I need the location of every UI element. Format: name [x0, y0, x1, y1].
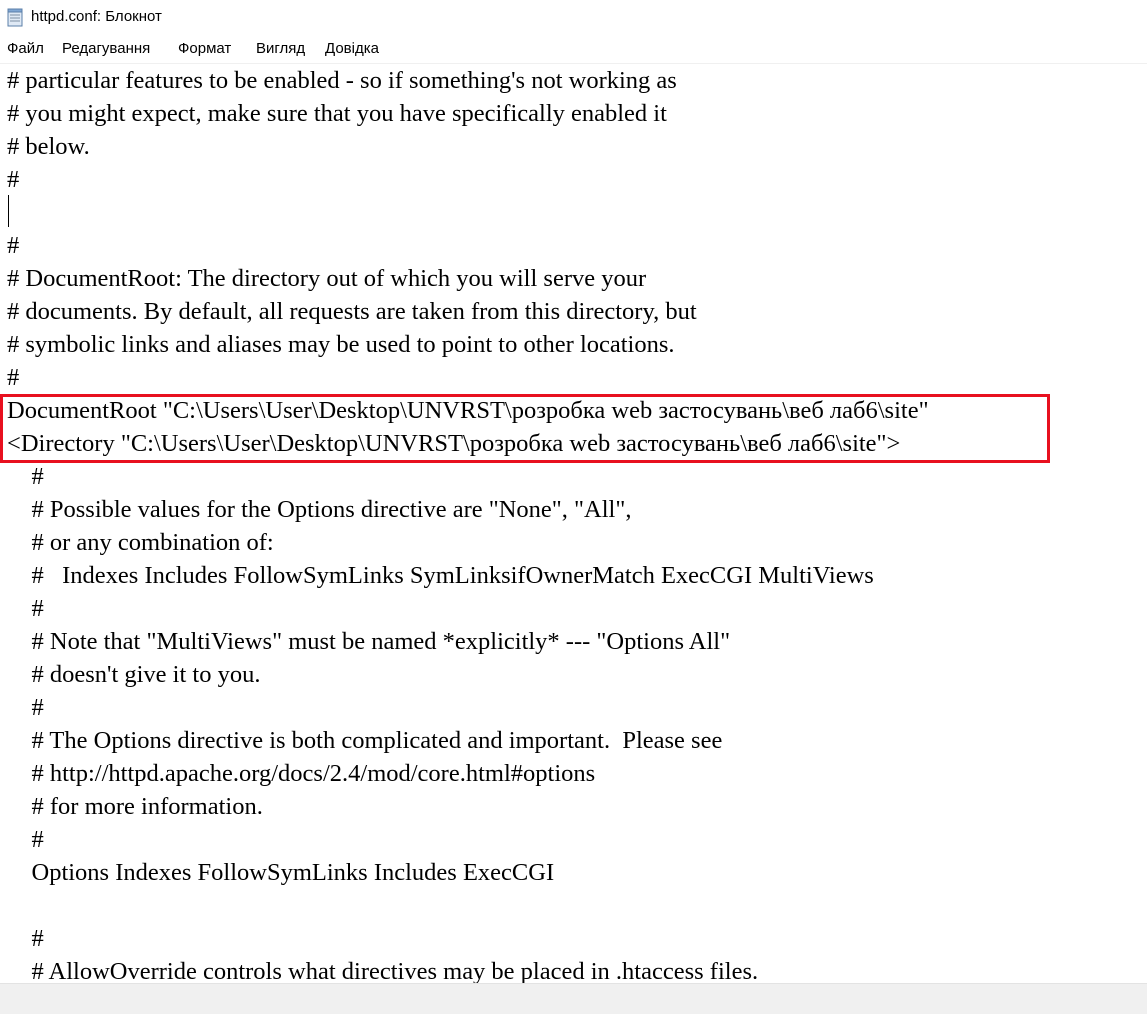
menu-file[interactable]: Файл — [7, 40, 44, 57]
editor-line: # or any combination of: — [7, 529, 274, 556]
editor-line: # — [7, 232, 20, 259]
title-bar: httpd.conf: Блокнот — [0, 0, 1147, 36]
editor-line: # http://httpd.apache.org/docs/2.4/mod/c… — [7, 760, 596, 787]
editor-line: # — [7, 925, 44, 952]
editor-line: Options Indexes FollowSymLinks Includes … — [7, 859, 555, 886]
text-caret — [8, 195, 9, 227]
editor-line: # for more information. — [7, 793, 263, 820]
editor-line: # doesn't give it to you. — [7, 661, 261, 688]
menu-view[interactable]: Вигляд — [256, 40, 305, 57]
editor-line: # particular features to be enabled - so… — [7, 67, 677, 94]
editor-line: # Note that "MultiViews" must be named *… — [7, 628, 731, 655]
editor-line: # AllowOverride controls what directives… — [7, 958, 759, 983]
menu-bar: Файл Редагування Формат Вигляд Довідка — [0, 36, 1147, 64]
text-editor[interactable]: # particular features to be enabled - so… — [0, 64, 1147, 983]
editor-line: # — [7, 595, 44, 622]
editor-line: # you might expect, make sure that you h… — [7, 100, 667, 127]
editor-line: # The Options directive is both complica… — [7, 727, 723, 754]
menu-edit[interactable]: Редагування — [62, 40, 150, 57]
editor-line: # Indexes Includes FollowSymLinks SymLin… — [7, 562, 874, 589]
editor-line: # — [7, 463, 44, 490]
editor-line: # Possible values for the Options direct… — [7, 496, 632, 523]
editor-line: # — [7, 826, 44, 853]
editor-line: # — [7, 364, 20, 391]
red-highlight-box — [0, 394, 1050, 463]
window-title: httpd.conf: Блокнот — [31, 8, 162, 25]
menu-format[interactable]: Формат — [178, 40, 231, 57]
editor-line: # symbolic links and aliases may be used… — [7, 331, 675, 358]
editor-line: # — [7, 166, 20, 193]
editor-line: # below. — [7, 133, 90, 160]
notepad-icon — [7, 8, 23, 27]
editor-line: # documents. By default, all requests ar… — [7, 298, 697, 325]
editor-line: # — [7, 694, 44, 721]
menu-help[interactable]: Довідка — [325, 40, 379, 57]
editor-line: # DocumentRoot: The directory out of whi… — [7, 265, 647, 292]
horizontal-scrollbar[interactable] — [0, 983, 1147, 1014]
